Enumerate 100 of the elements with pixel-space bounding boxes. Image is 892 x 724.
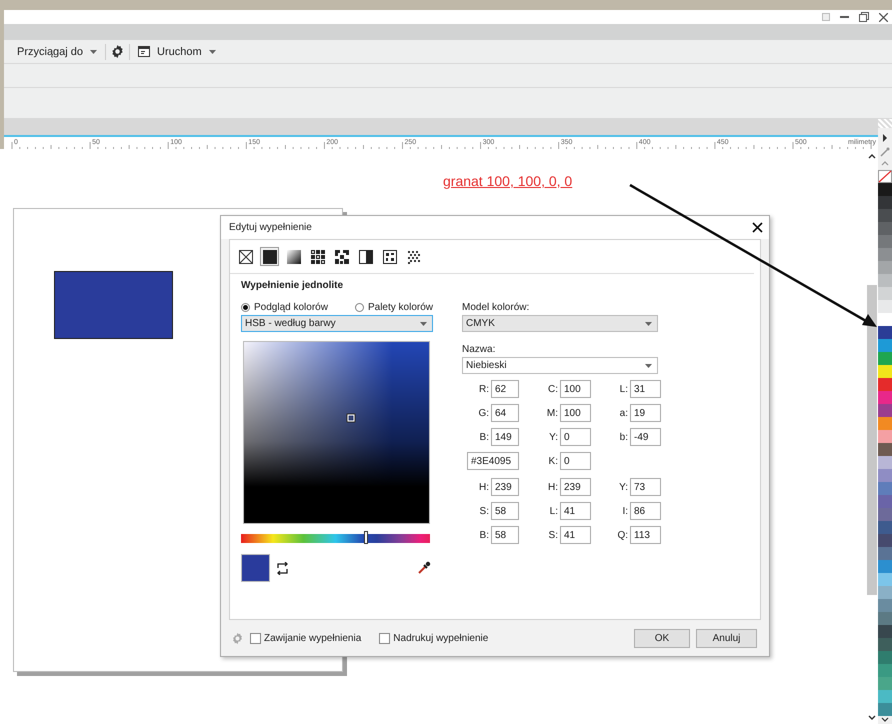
value-field[interactable]: 58 [491, 526, 519, 544]
value-field[interactable]: 239 [560, 478, 591, 496]
window-icon[interactable] [822, 13, 830, 21]
color-swatch[interactable] [878, 261, 892, 274]
value-field[interactable]: 113 [630, 526, 661, 544]
color-swatch[interactable] [878, 690, 892, 703]
color-swatch[interactable] [878, 339, 892, 352]
name-dropdown[interactable]: Niebieski [462, 357, 658, 374]
color-swatch[interactable] [878, 248, 892, 261]
color-swatch[interactable] [878, 378, 892, 391]
dialog-button[interactable]: OK [634, 628, 690, 648]
gear-icon[interactable] [110, 44, 126, 59]
view-dropdown[interactable]: HSB - według barwy [241, 315, 433, 332]
restore-icon[interactable] [859, 12, 869, 22]
value-field[interactable]: 149 [491, 428, 519, 446]
color-marker[interactable] [348, 414, 355, 422]
value-field[interactable]: 31 [630, 380, 661, 398]
color-swatch[interactable] [878, 313, 892, 326]
launch-dropdown[interactable]: Uruchom [134, 46, 220, 58]
fill-type-tab[interactable] [332, 247, 351, 266]
color-swatch[interactable] [878, 183, 892, 196]
color-swatch[interactable] [878, 573, 892, 586]
scrollbar-thumb[interactable] [867, 285, 877, 595]
snap-dropdown[interactable]: Przyciągaj do [13, 46, 102, 58]
color-swatch[interactable] [878, 664, 892, 677]
caret-icon [90, 50, 98, 54]
color-swatch[interactable] [878, 287, 892, 300]
value-field[interactable]: 86 [630, 502, 661, 520]
color-swatch[interactable] [878, 235, 892, 248]
color-swatch[interactable] [878, 469, 892, 482]
color-swatch[interactable] [878, 495, 892, 508]
fill-type-tab[interactable] [284, 247, 303, 266]
color-swatch[interactable] [878, 443, 892, 456]
rectangle-shape[interactable] [54, 271, 173, 339]
color-swatch[interactable] [878, 209, 892, 222]
color-swatch[interactable] [878, 612, 892, 625]
value-field[interactable]: 239 [491, 478, 519, 496]
expand-icon[interactable] [882, 134, 888, 142]
color-swatch[interactable] [878, 521, 892, 534]
value-field[interactable]: 100 [560, 380, 591, 398]
color-swatch[interactable] [878, 625, 892, 638]
color-swatch[interactable] [878, 534, 892, 547]
field-label: L: [548, 506, 558, 516]
view-mode-radio[interactable]: Podgląd kolorów [241, 302, 328, 313]
fill-type-tab[interactable] [380, 247, 399, 266]
no-color-icon[interactable] [878, 170, 892, 183]
fill-type-tab[interactable] [260, 247, 279, 266]
value-field[interactable]: 62 [491, 380, 519, 398]
color-swatch[interactable] [878, 196, 892, 209]
dialog-button[interactable]: Anuluj [696, 628, 757, 648]
eyedropper-icon[interactable] [417, 561, 431, 575]
color-swatch[interactable] [878, 300, 892, 313]
value-field[interactable]: 0 [560, 452, 591, 470]
value-field[interactable]: 41 [560, 526, 591, 544]
window-icon [138, 46, 150, 57]
value-field[interactable]: 73 [630, 478, 661, 496]
color-swatch[interactable] [878, 547, 892, 560]
minimize-icon[interactable] [840, 16, 849, 18]
color-swatch[interactable] [878, 352, 892, 365]
hue-thumb[interactable] [364, 531, 368, 544]
color-swatch[interactable] [878, 365, 892, 378]
value-field[interactable]: 0 [560, 428, 591, 446]
fill-type-tab[interactable] [236, 247, 255, 266]
value-field[interactable]: -49 [630, 428, 661, 446]
color-swatch[interactable] [878, 404, 892, 417]
color-swatch[interactable] [878, 326, 892, 339]
value-field[interactable]: 58 [491, 502, 519, 520]
palette-grip[interactable] [878, 119, 892, 128]
color-swatch[interactable] [878, 560, 892, 573]
view-mode-radio[interactable]: Palety kolorów [354, 302, 433, 313]
color-swatch[interactable] [878, 430, 892, 443]
color-model-dropdown[interactable]: CMYK [462, 315, 658, 332]
option-checkbox[interactable]: Nadrukuj wypełnienie [379, 632, 488, 644]
hex-field[interactable]: #3E4095 [467, 452, 519, 470]
color-swatch[interactable] [878, 586, 892, 599]
color-swatch[interactable] [878, 456, 892, 469]
color-swatch[interactable] [878, 508, 892, 521]
value-field[interactable]: 19 [630, 404, 661, 422]
fill-type-tab[interactable] [308, 247, 327, 266]
close-button[interactable] [752, 222, 763, 233]
color-swatch[interactable] [878, 677, 892, 690]
color-field[interactable] [243, 341, 430, 524]
fill-type-tab[interactable] [356, 247, 375, 266]
value-field[interactable]: 41 [560, 502, 591, 520]
color-swatch[interactable] [878, 638, 892, 651]
option-checkbox[interactable]: Zawijanie wypełnienia [250, 632, 362, 644]
color-swatch[interactable] [878, 651, 892, 664]
color-swatch[interactable] [878, 222, 892, 235]
hue-slider[interactable] [241, 534, 430, 543]
color-swatch[interactable] [878, 703, 892, 716]
close-icon[interactable] [879, 12, 888, 22]
current-color-swatch [241, 554, 270, 582]
color-swatch[interactable] [878, 599, 892, 612]
color-swatch[interactable] [878, 417, 892, 430]
swap-icon[interactable] [276, 562, 289, 574]
color-swatch[interactable] [878, 274, 892, 287]
color-swatch[interactable] [878, 482, 892, 495]
value-field[interactable]: 100 [560, 404, 591, 422]
color-swatch[interactable] [878, 391, 892, 404]
value-field[interactable]: 64 [491, 404, 519, 422]
